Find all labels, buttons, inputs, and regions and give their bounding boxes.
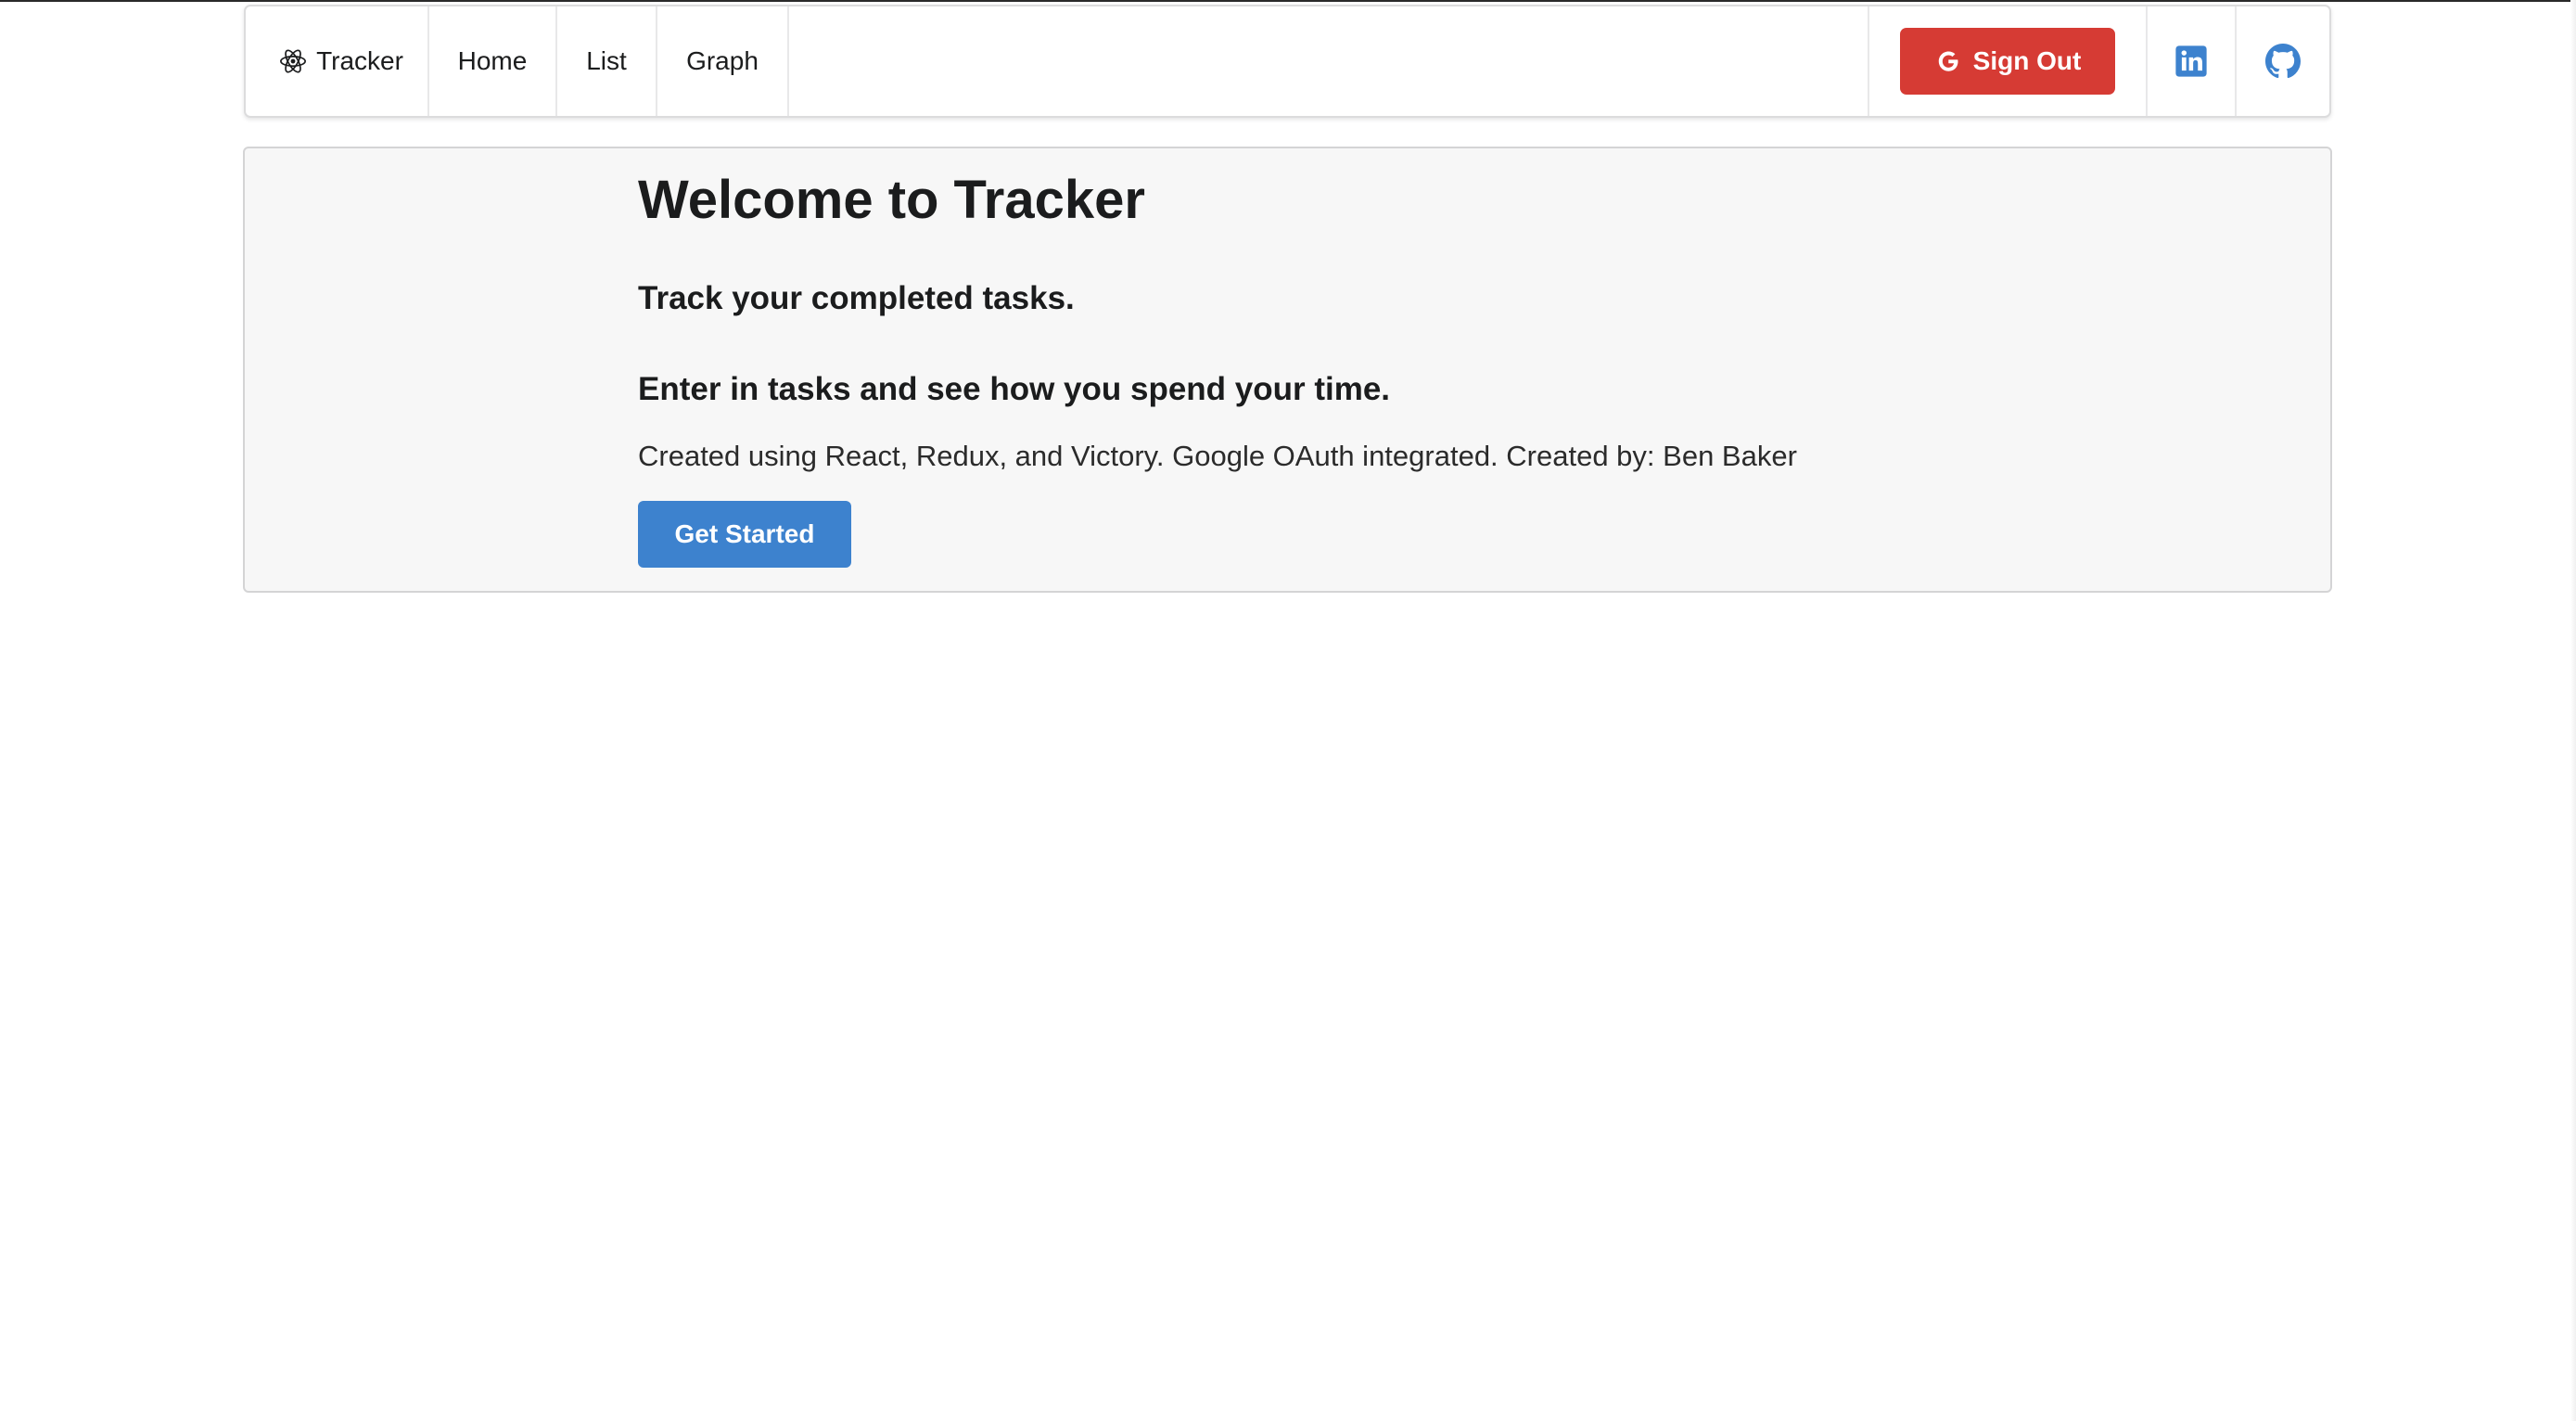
signout-cell: Sign Out <box>1868 6 2148 116</box>
nav-brand-tracker[interactable]: Tracker <box>246 6 429 116</box>
github-icon <box>2265 44 2301 79</box>
get-started-button[interactable]: Get Started <box>638 501 851 568</box>
top-navbar: Tracker Home List Graph Sign Out <box>244 5 2331 118</box>
nav-list-label: List <box>586 46 627 75</box>
hero-title: Welcome to Tracker <box>638 170 1145 230</box>
github-link[interactable] <box>2237 6 2329 116</box>
hero-panel: Welcome to Tracker Track your completed … <box>243 147 2332 593</box>
nav-graph-label: Graph <box>686 46 759 75</box>
nav-home-label: Home <box>457 46 528 75</box>
window-top-border <box>0 0 2576 2</box>
get-started-label: Get Started <box>674 519 815 548</box>
hero-subtitle-2: Enter in tasks and see how you spend you… <box>638 371 1391 407</box>
linkedin-link[interactable] <box>2148 6 2237 116</box>
hero-description: Created using React, Redux, and Victory.… <box>638 440 1797 472</box>
nav-right-menu: Sign Out <box>1868 6 2329 116</box>
sign-out-label: Sign Out <box>1972 46 2082 75</box>
sign-out-button[interactable]: Sign Out <box>1900 28 2115 95</box>
nav-item-list[interactable]: List <box>557 6 657 116</box>
react-atom-icon <box>280 49 307 73</box>
linkedin-icon <box>2175 45 2207 77</box>
google-icon <box>1938 51 1958 71</box>
hero-subtitle-1: Track your completed tasks. <box>638 280 1075 316</box>
window-right-edge <box>2570 0 2576 1421</box>
nav-brand-label: Tracker <box>316 46 403 75</box>
nav-item-home[interactable]: Home <box>429 6 557 116</box>
nav-item-graph[interactable]: Graph <box>657 6 789 116</box>
